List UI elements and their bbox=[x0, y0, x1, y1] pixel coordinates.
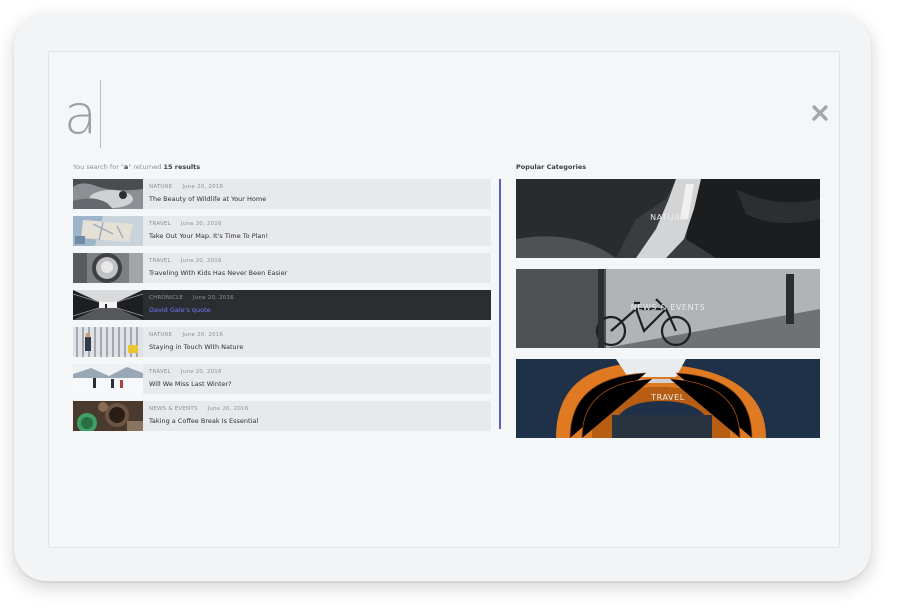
result-title[interactable]: The Beauty of Wildlife at Your Home bbox=[149, 195, 266, 203]
result-thumbnail bbox=[73, 327, 143, 357]
result-thumbnail bbox=[73, 253, 143, 283]
result-category: CHRONICLE bbox=[149, 295, 184, 301]
results-scrollbar-thumb[interactable] bbox=[499, 179, 501, 429]
result-date: June 20, 2016 bbox=[182, 332, 224, 338]
result-title[interactable]: Taking a Coffee Break Is Essential bbox=[149, 417, 258, 425]
summary-count: 15 results bbox=[163, 163, 201, 171]
category-card-news-events[interactable]: NEWS & EVENTS bbox=[516, 269, 820, 348]
result-item[interactable]: TRAVEL June 20, 2016 Take Out Your Map. I… bbox=[73, 216, 491, 246]
result-meta: NATURE June 20, 2016 bbox=[149, 184, 223, 190]
summary-mid: " returned bbox=[128, 163, 164, 171]
category-card-travel[interactable]: TRAVEL bbox=[516, 359, 820, 438]
result-category: TRAVEL bbox=[149, 258, 171, 264]
summary-prefix: You search for " bbox=[73, 163, 124, 171]
result-thumbnail bbox=[73, 364, 143, 394]
result-date: June 20, 2016 bbox=[180, 369, 222, 375]
result-thumbnail bbox=[73, 401, 143, 431]
close-button[interactable] bbox=[811, 104, 829, 122]
result-title[interactable]: Traveling With Kids Has Never Been Easie… bbox=[149, 269, 287, 277]
result-thumbnail bbox=[73, 216, 143, 246]
result-category: NATURE bbox=[149, 332, 173, 338]
result-meta: CHRONICLE June 20, 2016 bbox=[149, 295, 234, 301]
close-icon bbox=[812, 105, 828, 121]
result-meta: TRAVEL June 20, 2016 bbox=[149, 258, 222, 264]
result-thumbnail bbox=[73, 179, 143, 209]
result-item[interactable]: CHRONICLE June 20, 2016 David Gale's quot… bbox=[73, 290, 491, 320]
result-meta: TRAVEL June 20, 2016 bbox=[149, 221, 222, 227]
result-date: June 20, 2016 bbox=[207, 406, 249, 412]
result-item[interactable]: NATURE June 20, 2016 Staying in Touch Wit… bbox=[73, 327, 491, 357]
category-label: NATURE bbox=[650, 213, 686, 222]
results-summary: You search for "a" returned 15 results bbox=[73, 163, 200, 171]
result-category: NATURE bbox=[149, 184, 173, 190]
result-item[interactable]: TRAVEL June 20, 2016 Will We Miss Last Wi… bbox=[73, 364, 491, 394]
result-item[interactable]: TRAVEL June 20, 2016 Traveling With Kids … bbox=[73, 253, 491, 283]
result-date: June 20, 2016 bbox=[180, 258, 222, 264]
result-meta: NEWS & EVENTS June 20, 2016 bbox=[149, 406, 248, 412]
search-input[interactable]: a bbox=[64, 82, 97, 148]
category-label: NEWS & EVENTS bbox=[630, 303, 706, 312]
result-date: June 20, 2016 bbox=[182, 184, 224, 190]
result-meta: TRAVEL June 20, 2016 bbox=[149, 369, 222, 375]
category-label: TRAVEL bbox=[651, 393, 685, 402]
result-date: June 20, 2016 bbox=[193, 295, 234, 301]
category-card-nature[interactable]: NATURE bbox=[516, 179, 820, 258]
result-title[interactable]: David Gale's quote bbox=[149, 306, 211, 314]
result-title[interactable]: Will We Miss Last Winter? bbox=[149, 380, 232, 388]
result-item[interactable]: NEWS & EVENTS June 20, 2016 Taking a Coff… bbox=[73, 401, 491, 431]
result-category: TRAVEL bbox=[149, 369, 171, 375]
result-meta: NATURE June 20, 2016 bbox=[149, 332, 223, 338]
result-title[interactable]: Staying in Touch With Nature bbox=[149, 343, 243, 351]
result-item[interactable]: NATURE June 20, 2016 The Beauty of Wildli… bbox=[73, 179, 491, 209]
text-cursor bbox=[100, 80, 101, 148]
result-date: June 20, 2016 bbox=[180, 221, 222, 227]
result-thumbnail bbox=[73, 290, 143, 320]
result-category: NEWS & EVENTS bbox=[149, 406, 198, 412]
categories-heading: Popular Categories bbox=[516, 163, 587, 171]
result-category: TRAVEL bbox=[149, 221, 171, 227]
result-title[interactable]: Take Out Your Map. It's Time To Plan! bbox=[149, 232, 268, 240]
